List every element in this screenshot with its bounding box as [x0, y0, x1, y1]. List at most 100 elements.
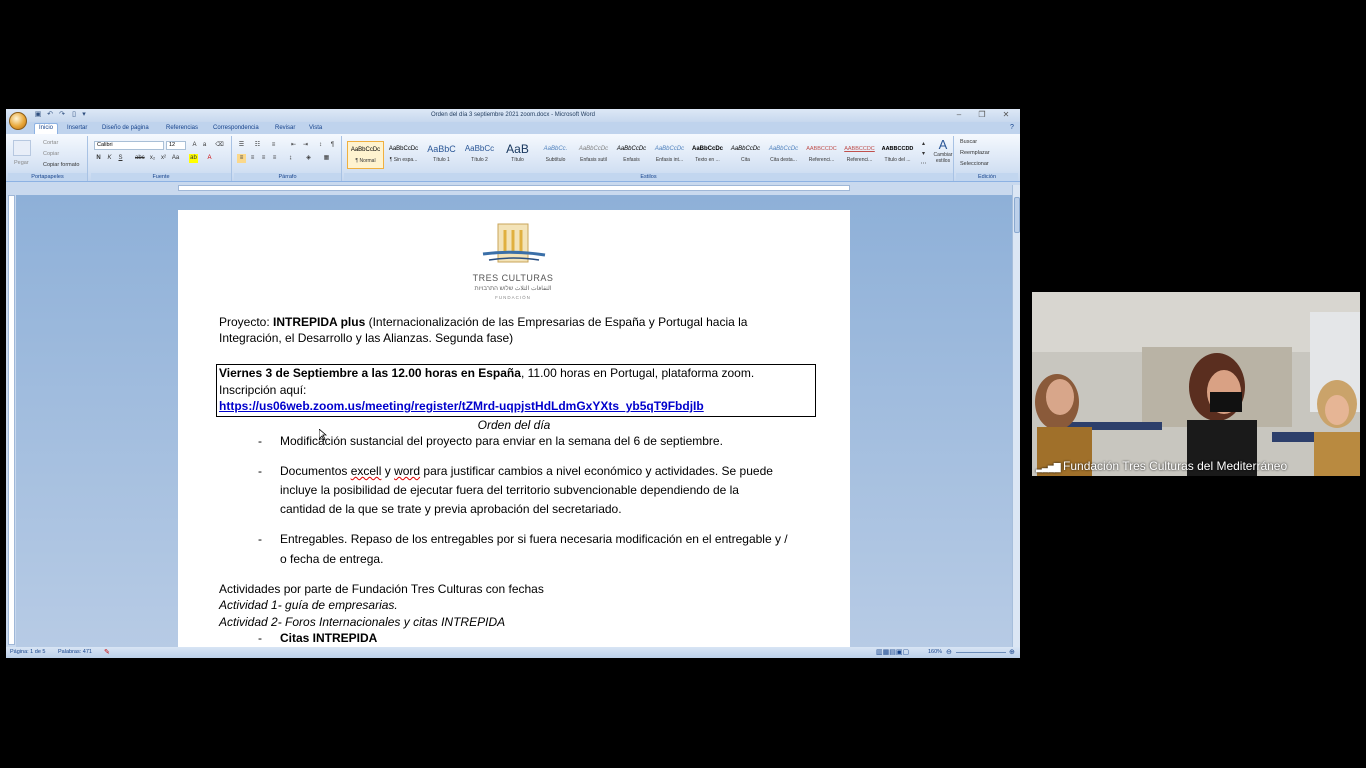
- replace-button[interactable]: Reemplazar: [960, 150, 990, 156]
- bullets-icon[interactable]: ☰: [237, 141, 246, 150]
- bullet-dash: -: [258, 464, 262, 478]
- office-button[interactable]: [9, 112, 27, 130]
- style-subtitle[interactable]: AaBbCc. Subtítulo: [537, 141, 574, 169]
- close-icon[interactable]: ✕: [998, 110, 1014, 120]
- format-painter-button[interactable]: Copiar formato: [43, 162, 79, 168]
- styles-scroll-up-icon[interactable]: ▴: [919, 140, 928, 149]
- tab-correspondencia[interactable]: Correspondencia: [209, 124, 263, 134]
- show-marks-icon[interactable]: ¶: [328, 141, 337, 150]
- multilevel-list-icon[interactable]: ≡: [269, 141, 278, 150]
- zoom-in-icon[interactable]: ⊕: [1009, 648, 1015, 656]
- editing-group-label: Edición: [956, 173, 1018, 181]
- activity-2: Actividad 2- Foros Internacionales y cit…: [219, 615, 506, 629]
- font-size-select[interactable]: 12: [166, 141, 186, 150]
- help-icon[interactable]: ?: [1010, 124, 1014, 131]
- underline-icon[interactable]: S: [116, 154, 125, 163]
- document-page[interactable]: TRES CULTURAS الثقافات الثلاث שלוש התרבו…: [178, 210, 850, 647]
- justify-icon[interactable]: ≡: [270, 154, 279, 163]
- increase-indent-icon[interactable]: ⇥: [301, 141, 310, 150]
- style-intense-reference[interactable]: AABBCCDC Referenci...: [841, 141, 878, 169]
- agenda-item-3-line-2: o fecha de entrega.: [280, 552, 384, 566]
- horizontal-ruler[interactable]: [6, 183, 1020, 193]
- minimize-icon[interactable]: –: [951, 110, 967, 120]
- ruler-strip: [178, 185, 850, 191]
- style-subtle-emphasis[interactable]: AaBbCcDc Énfasis sutil: [575, 141, 612, 169]
- style-book-title[interactable]: AABBCCDD Título del ...: [879, 141, 916, 169]
- change-styles-button[interactable]: A Cambiar estilos: [932, 138, 954, 171]
- style-normal[interactable]: AaBbCcDc ¶ Normal: [347, 141, 384, 169]
- align-left-icon[interactable]: ≡: [237, 154, 246, 163]
- align-right-icon[interactable]: ≡: [259, 154, 268, 163]
- tab-revisar[interactable]: Revisar: [271, 124, 299, 134]
- page-count[interactable]: Página: 1 de 5: [10, 649, 45, 655]
- agenda-item-2-line-2: incluye la posibilidad de ejecutar fuera…: [280, 483, 739, 497]
- bold-icon[interactable]: N: [94, 154, 103, 163]
- sub-bullet-citas: Citas INTREPIDA: [280, 631, 378, 645]
- scrollbar-thumb[interactable]: [1014, 197, 1020, 233]
- styles-scroll-down-icon[interactable]: ▾: [919, 150, 928, 159]
- logo-foot: FUNDACIÓN: [495, 295, 531, 300]
- video-feed-image: [1032, 292, 1360, 476]
- word-count[interactable]: Palabras: 471: [58, 649, 92, 655]
- zoom-slider[interactable]: [956, 652, 1006, 653]
- decrease-indent-icon[interactable]: ⇤: [289, 141, 298, 150]
- style-subtle-reference[interactable]: AABBCCDC Referenci...: [803, 141, 840, 169]
- tab-vista[interactable]: Vista: [305, 124, 326, 134]
- shading-icon[interactable]: ◈: [304, 154, 313, 163]
- copy-button[interactable]: Copiar: [43, 151, 59, 157]
- cut-button[interactable]: Cortar: [43, 140, 58, 146]
- zoom-out-icon[interactable]: ⊖: [946, 648, 952, 656]
- style-heading-2[interactable]: AaBbCc Título 2: [461, 141, 498, 169]
- restore-icon[interactable]: ❐: [974, 110, 990, 120]
- font-color-icon[interactable]: A: [205, 154, 214, 163]
- participant-name-label: ▂▃▅▇ Fundación Tres Culturas del Mediter…: [1036, 459, 1288, 473]
- tab-referencias[interactable]: Referencias: [162, 124, 202, 134]
- paste-button[interactable]: Pegar: [14, 160, 29, 166]
- window-title: Orden del día 3 septiembre 2021 zoom.doc…: [431, 112, 595, 118]
- superscript-icon[interactable]: x²: [159, 154, 168, 163]
- project-line-1: Proyecto: INTREPIDA plus (Internacionali…: [219, 315, 748, 329]
- style-intense-quote[interactable]: AaBbCcDc Cita desta...: [765, 141, 802, 169]
- style-emphasis[interactable]: AaBbCcDc Énfasis: [613, 141, 650, 169]
- numbering-icon[interactable]: ☷: [253, 141, 262, 150]
- paragraph-group-label: Párrafo: [234, 173, 341, 181]
- shrink-font-icon[interactable]: a: [200, 141, 209, 150]
- view-buttons-icon[interactable]: ▥▦▤▣▢: [876, 648, 909, 656]
- proofing-icon[interactable]: ✎: [104, 648, 110, 656]
- grow-font-icon[interactable]: A: [190, 141, 199, 150]
- tab-insertar[interactable]: Insertar: [63, 124, 91, 134]
- bullet-dash: -: [258, 532, 262, 546]
- zoom-level[interactable]: 160%: [928, 649, 942, 655]
- style-title[interactable]: AaB Título: [499, 141, 536, 169]
- clear-format-icon[interactable]: ⌫: [215, 141, 224, 150]
- styles-more-icon[interactable]: ⋯: [919, 160, 928, 169]
- tab-inicio[interactable]: Inicio: [34, 123, 59, 134]
- style-no-spacing[interactable]: AaBbCcDc ¶ Sin espa...: [385, 141, 422, 169]
- agenda-title: Orden del día: [477, 418, 551, 432]
- change-case-icon[interactable]: Aa: [171, 154, 180, 163]
- paste-icon[interactable]: [13, 140, 31, 156]
- borders-icon[interactable]: ▦: [322, 154, 331, 163]
- zoom-registration-link[interactable]: https://us06web.zoom.us/meeting/register…: [219, 399, 704, 414]
- italic-icon[interactable]: K: [105, 154, 114, 163]
- vertical-ruler[interactable]: [8, 195, 15, 645]
- line-spacing-icon[interactable]: ↨: [286, 154, 295, 163]
- align-center-icon[interactable]: ≡: [248, 154, 257, 163]
- bullet-dash: -: [258, 631, 262, 645]
- participant-video[interactable]: ▂▃▅▇ Fundación Tres Culturas del Mediter…: [1032, 292, 1360, 476]
- style-heading-1[interactable]: AaBbC Título 1: [423, 141, 460, 169]
- styles-group-label: Estilos: [344, 173, 953, 181]
- vertical-scrollbar[interactable]: [1012, 185, 1020, 647]
- highlight-icon[interactable]: ab: [189, 154, 198, 163]
- agenda-item-3-line-1: Entregables. Repaso de los entregables p…: [280, 532, 788, 546]
- subscript-icon[interactable]: x₂: [148, 154, 157, 163]
- style-quote[interactable]: AaBbCcDc Cita: [727, 141, 764, 169]
- strikethrough-icon[interactable]: abc: [135, 154, 145, 163]
- style-strong[interactable]: AaBbCcDc Texto en ...: [689, 141, 726, 169]
- sort-icon[interactable]: ↕: [316, 141, 325, 150]
- select-button[interactable]: Seleccionar: [960, 161, 989, 167]
- tab-diseno[interactable]: Diseño de página: [98, 124, 153, 134]
- find-button[interactable]: Buscar: [960, 139, 977, 145]
- style-intense-emphasis[interactable]: AaBbCcDc Énfasis int...: [651, 141, 688, 169]
- font-name-select[interactable]: Calibri: [94, 141, 164, 150]
